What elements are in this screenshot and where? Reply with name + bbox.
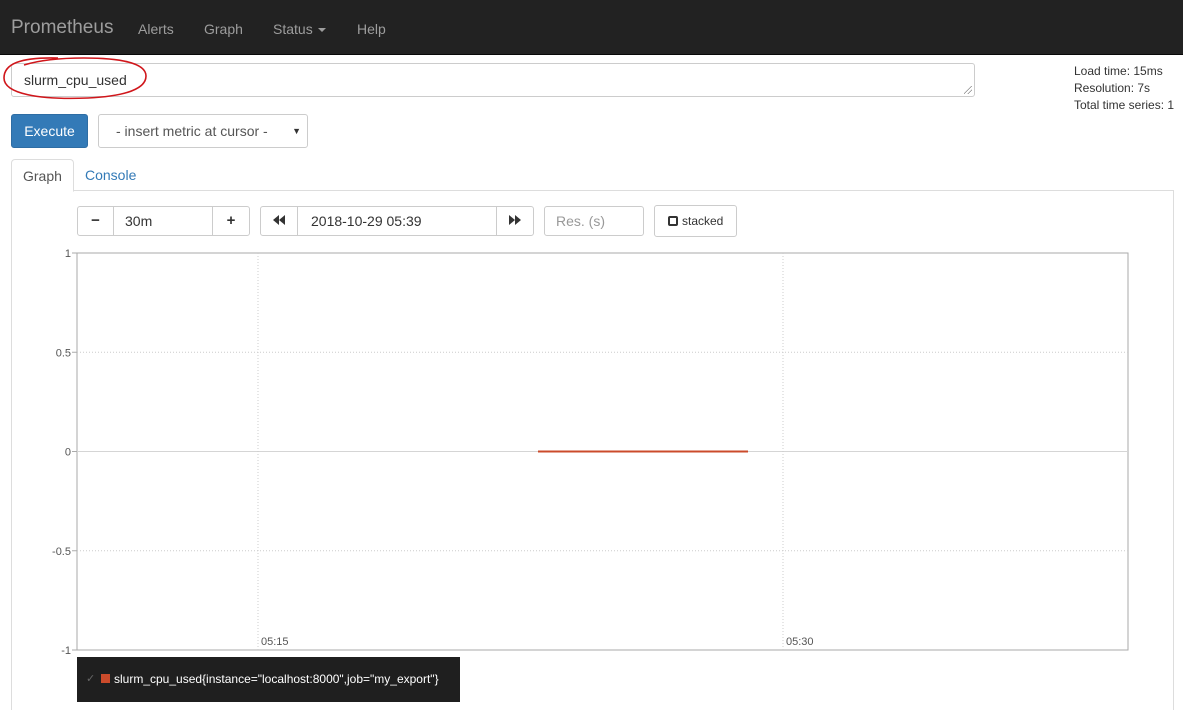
check-icon[interactable]: ✓: [86, 672, 95, 685]
y-tick-label: 0: [65, 447, 71, 459]
legend-series-label[interactable]: slurm_cpu_used{instance="localhost:8000"…: [114, 672, 439, 686]
y-tick-label: 1: [65, 248, 71, 260]
y-tick-label: -0.5: [52, 546, 71, 558]
graph-chart: 1 0.5 0 -0.5 -1 05:15 05:30: [52, 248, 1129, 657]
y-tick-label: -1: [61, 645, 71, 657]
x-tick-label: 05:15: [261, 636, 289, 648]
x-tick-label: 05:30: [786, 636, 814, 648]
graph-legend: ✓ slurm_cpu_used{instance="localhost:800…: [77, 657, 460, 702]
series-swatch: [101, 674, 110, 683]
y-tick-label: 0.5: [56, 347, 71, 359]
